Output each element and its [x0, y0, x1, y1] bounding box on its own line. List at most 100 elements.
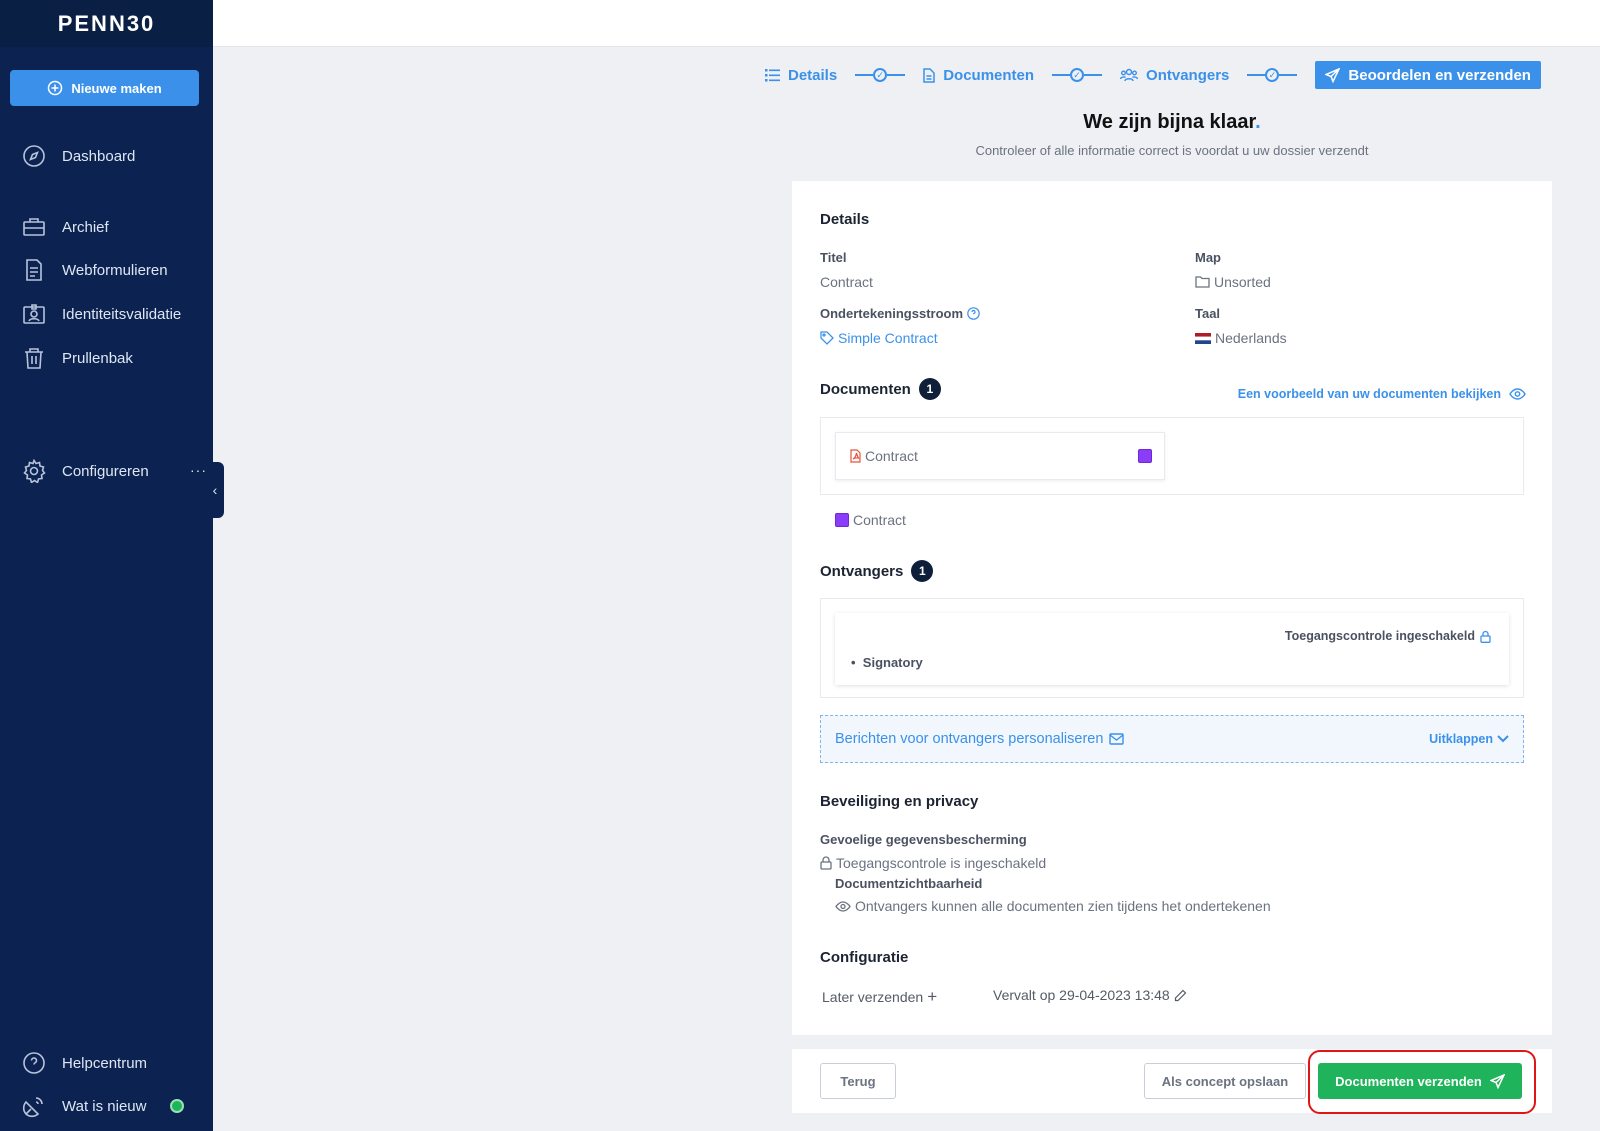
sidebar-item-archief[interactable]: Archief — [22, 215, 109, 239]
step-label: Documenten — [943, 66, 1035, 84]
expiry-text: Vervalt op 29-04-2023 13:48 — [993, 987, 1170, 1003]
title-label: Titel — [820, 250, 847, 265]
plus-icon: + — [927, 987, 938, 1006]
sidebar-item-label: Configureren — [62, 462, 149, 480]
documents-count-badge: 1 — [918, 378, 941, 400]
access-control-text: Toegangscontrole ingeschakeld — [1284, 629, 1475, 643]
recipients-count-badge: 1 — [911, 560, 934, 582]
brand-logo[interactable]: PENN30 — [0, 0, 213, 47]
sensitive-data-value: Toegangscontrole is ingeschakeld — [820, 855, 1046, 871]
sidebar-item-helpcentrum[interactable]: Helpcentrum — [22, 1051, 147, 1075]
check-icon: ✓ — [873, 68, 888, 82]
expand-toggle[interactable]: Uitklappen — [1429, 732, 1509, 746]
details-heading: Details — [820, 211, 869, 228]
expiry-date[interactable]: Vervalt op 29-04-2023 13:48 — [993, 987, 1187, 1003]
document-item[interactable]: Contract — [835, 432, 1165, 480]
paper-plane-icon — [1325, 67, 1341, 83]
legend-label: Contract — [853, 512, 906, 528]
step-documenten[interactable]: Documenten — [923, 67, 1034, 84]
sidebar-item-label: Helpcentrum — [62, 1054, 148, 1072]
satellite-icon — [22, 1097, 43, 1118]
status-dot — [170, 1099, 185, 1113]
recipient-role-text: Signatory — [862, 655, 923, 670]
step-details[interactable]: Details — [765, 67, 837, 84]
recipients-box: Toegangscontrole ingeschakeld • Signator… — [820, 598, 1524, 698]
save-draft-button[interactable]: Als concept opslaan — [1144, 1063, 1306, 1099]
new-button[interactable]: Nieuwe maken — [10, 70, 199, 106]
title-value-text: Contract — [820, 274, 873, 290]
compass-icon — [23, 145, 45, 167]
configuration-heading: Configuratie — [820, 949, 908, 966]
flow-value: Simple Contract — [838, 330, 938, 346]
flow-link[interactable]: Simple Contract — [820, 330, 938, 346]
check-icon: ✓ — [1265, 68, 1280, 82]
language-label: Taal — [1195, 306, 1221, 321]
gear-icon — [23, 459, 46, 483]
envelope-icon — [1109, 733, 1125, 745]
users-icon — [1120, 68, 1139, 82]
document-legend: Contract — [835, 512, 906, 528]
briefcase-icon — [23, 218, 45, 236]
personalize-messages-link[interactable]: Berichten voor ontvangers personaliseren — [835, 731, 1125, 747]
configuration-heading-text: Configuratie — [820, 949, 909, 966]
flow-label: Ondertekeningsstroom — [820, 306, 980, 321]
sidebar-item-identiteitsvalidatie[interactable]: Identiteitsvalidatie — [22, 302, 181, 326]
file-icon — [923, 67, 935, 83]
eye-icon — [835, 900, 851, 912]
sidebar-item-webformulieren[interactable]: Webformulieren — [22, 258, 168, 282]
page-title: We zijn bijna klaar. — [776, 111, 1568, 134]
visibility-text: Ontvangers kunnen alle documenten zien t… — [855, 898, 1271, 914]
send-later-button[interactable]: Later verzenden + — [822, 987, 937, 1007]
page-subtitle: Controleer of alle informatie correct is… — [975, 143, 1369, 158]
tag-icon — [820, 331, 834, 345]
document-color-swatch — [1138, 449, 1152, 463]
security-heading-text: Beveiliging en privacy — [820, 793, 979, 810]
send-later-text: Later verzenden — [822, 989, 924, 1005]
highlight-outline — [1308, 1050, 1536, 1114]
sidebar-item-label: Wat is nieuw — [62, 1097, 147, 1115]
sidebar: PENN30 Nieuwe maken Dashboard Archief We… — [0, 0, 224, 1131]
collapse-sidebar-button[interactable]: ‹ — [206, 462, 224, 518]
documents-heading-text: Documenten — [820, 380, 911, 398]
folder-label: Map — [1195, 250, 1221, 265]
pencil-icon — [1174, 989, 1187, 1001]
sidebar-item-label: Archief — [62, 218, 109, 236]
documents-heading: Documenten 1 — [820, 378, 941, 400]
folder-icon — [1195, 276, 1210, 288]
id-badge-icon — [23, 304, 45, 324]
review-card: Details Titel Contract Map Unsorted Onde… — [792, 181, 1552, 1035]
lock-icon — [1480, 630, 1491, 643]
recipients-heading: Ontvangers 1 — [820, 560, 934, 582]
sidebar-item-dashboard[interactable]: Dashboard — [22, 144, 135, 168]
more-options-icon[interactable]: ··· — [190, 462, 207, 478]
question-circle-icon[interactable] — [967, 307, 980, 320]
details-heading-text: Details — [820, 211, 870, 228]
preview-documents-link[interactable]: Een voorbeeld van uw documenten bekijken — [1238, 387, 1526, 401]
title-value: Contract — [820, 274, 873, 290]
flow-label-text: Ondertekeningsstroom — [820, 306, 964, 321]
brand-name: PENN30 — [57, 10, 156, 36]
step-connector: ✓ — [1052, 68, 1103, 82]
step-beoordelen-en-verzenden[interactable]: Beoordelen en verzenden — [1315, 61, 1541, 89]
step-label: Details — [788, 66, 838, 84]
step-connector: ✓ — [1247, 68, 1298, 82]
plus-circle-icon — [48, 80, 63, 96]
sidebar-item-wat-is-nieuw[interactable]: Wat is nieuw — [22, 1094, 185, 1118]
access-control-status: Toegangscontrole ingeschakeld — [1285, 629, 1491, 643]
step-ontvangers[interactable]: Ontvangers — [1120, 67, 1229, 84]
step-label: Ontvangers — [1146, 66, 1230, 84]
visibility-label: Documentzichtbaarheid — [835, 876, 983, 891]
page-title-dot: . — [1255, 111, 1261, 133]
sidebar-item-prullenbak[interactable]: Prullenbak — [22, 346, 133, 370]
page-title-text: We zijn bijna klaar — [1083, 111, 1256, 133]
check-icon: ✓ — [1070, 68, 1085, 82]
personalize-messages-panel[interactable]: Berichten voor ontvangers personaliseren… — [820, 715, 1524, 763]
documents-box: Contract — [820, 417, 1524, 495]
expand-text: Uitklappen — [1429, 732, 1493, 746]
trash-icon — [25, 348, 43, 369]
stepper: Details ✓ Documenten ✓ Ontvangers ✓ Beoo… — [765, 61, 1541, 89]
sidebar-item-configureren[interactable]: Configureren — [22, 459, 149, 483]
back-button[interactable]: Terug — [820, 1063, 896, 1099]
legend-swatch — [835, 513, 849, 527]
document-icon — [26, 259, 42, 281]
